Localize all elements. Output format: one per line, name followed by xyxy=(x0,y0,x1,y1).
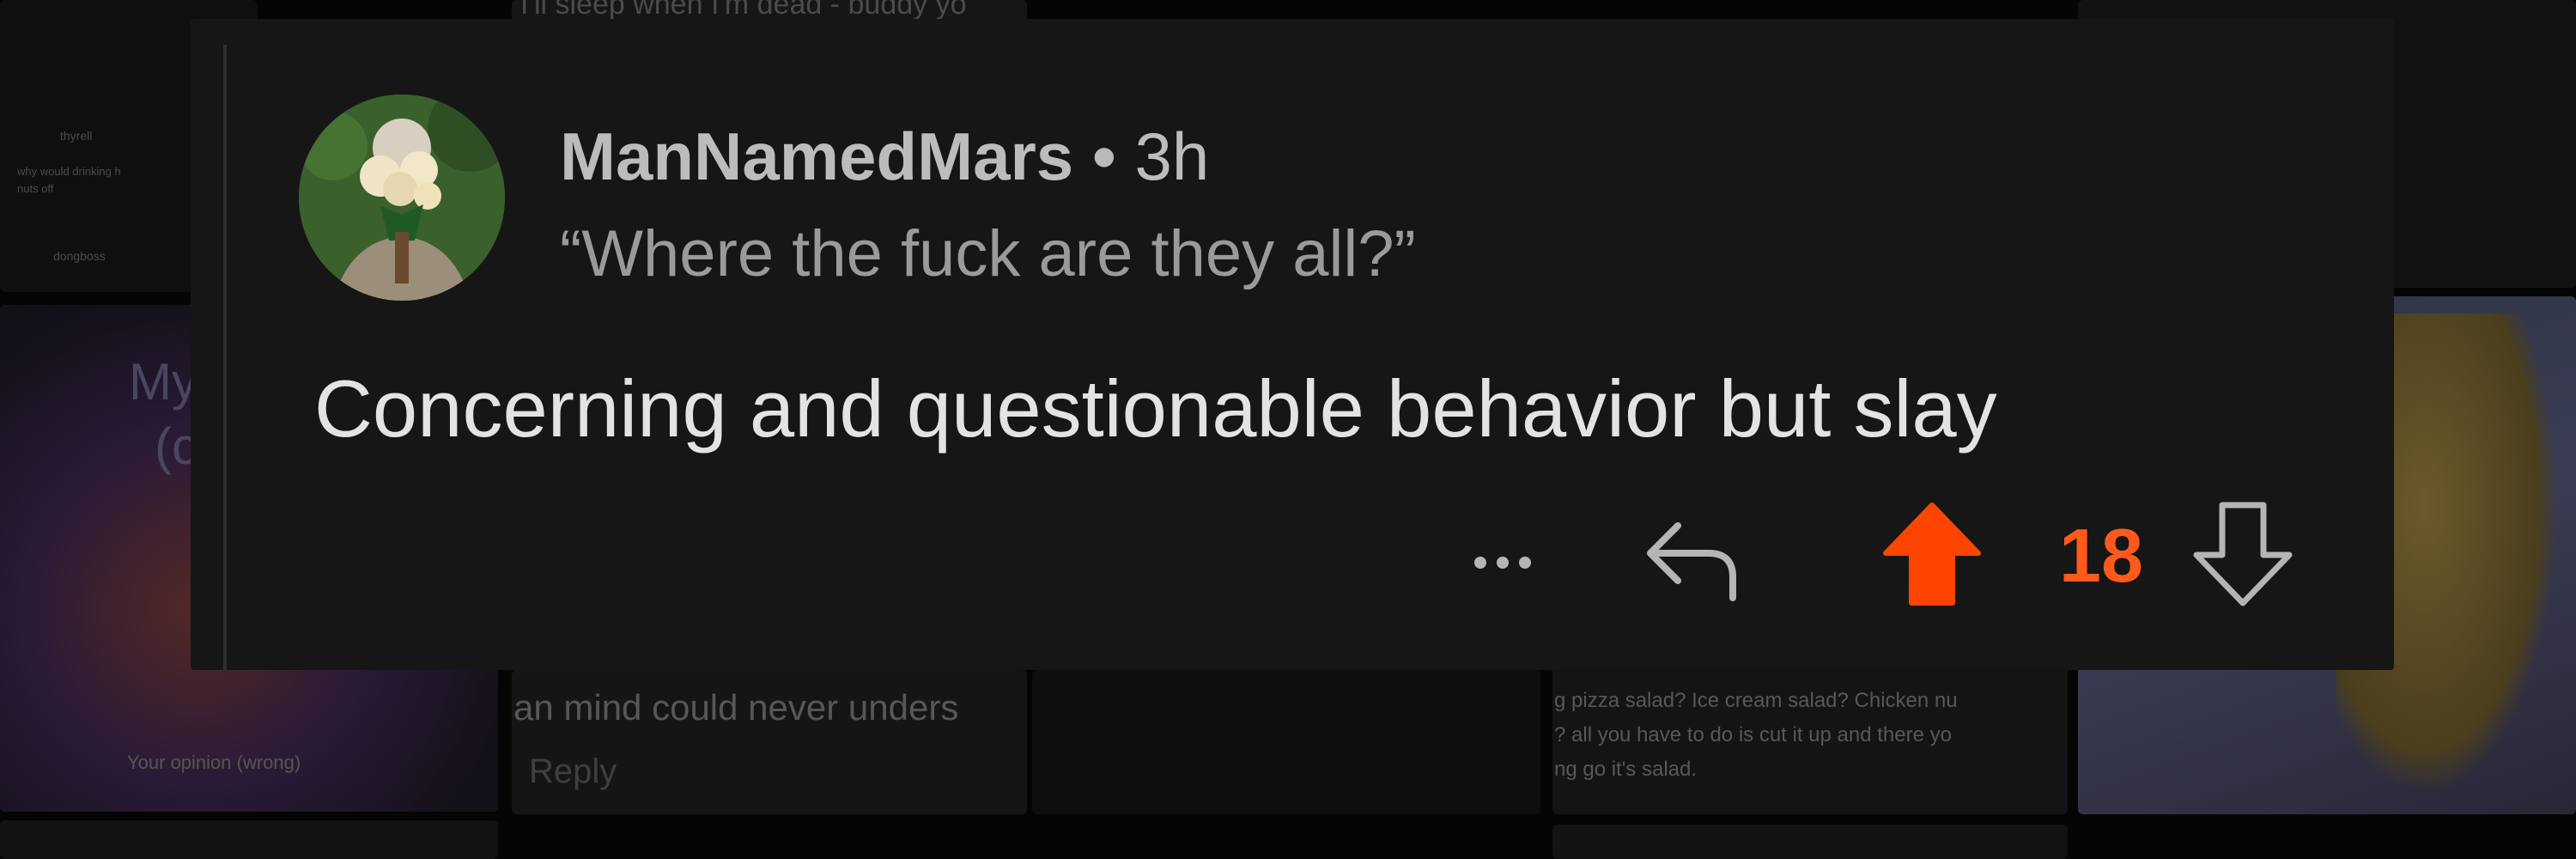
background-tile xyxy=(0,820,498,859)
background-username: dongboss xyxy=(53,249,106,263)
background-text: My xyxy=(129,353,197,411)
more-options-button[interactable] xyxy=(1451,533,1554,593)
user-flair: “Where the fuck are they all?” xyxy=(560,217,1416,290)
vote-count: 18 xyxy=(2059,513,2143,598)
timestamp: 3h xyxy=(1134,118,1210,194)
comment-meta: ManNamedMars • 3h xyxy=(560,113,1209,199)
background-caption: Your opinion (wrong) xyxy=(127,752,301,773)
ellipsis-icon xyxy=(1497,557,1509,569)
username-link[interactable]: ManNamedMars xyxy=(560,118,1073,196)
background-text: why would drinking h xyxy=(17,165,121,178)
background-reply: Reply xyxy=(529,752,617,790)
avatar-image xyxy=(299,94,505,301)
upvote-arrow-icon xyxy=(1883,503,1981,606)
background-text: ? all you have to do is cut it up and th… xyxy=(1554,723,1952,746)
downvote-button[interactable] xyxy=(2188,497,2298,612)
reply-button[interactable] xyxy=(1638,505,1750,608)
thread-line[interactable] xyxy=(223,45,227,670)
comment-body: Concerning and questionable behavior but… xyxy=(314,363,1997,454)
background-tile xyxy=(1032,670,1540,814)
ellipsis-icon xyxy=(1519,557,1531,569)
comment-card: ManNamedMars • 3h “Where the fuck are th… xyxy=(191,19,2394,670)
background-tile: an mind could never unders Reply xyxy=(512,670,1027,814)
meta-separator: • xyxy=(1092,118,1116,194)
reply-arrow-icon xyxy=(1647,522,1736,601)
background-text: an mind could never unders xyxy=(513,687,959,728)
background-username: thyrell xyxy=(60,129,93,143)
background-text: ng go it's salad. xyxy=(1554,758,1698,781)
background-tile: g pizza salad? Ice cream salad? Chicken … xyxy=(1552,653,2068,814)
downvote-arrow-icon xyxy=(2193,502,2293,606)
background-text: nuts off xyxy=(17,182,54,195)
ellipsis-icon xyxy=(1474,557,1486,569)
background-text: g pizza salad? Ice cream salad? Chicken … xyxy=(1554,689,1958,712)
upvote-button[interactable] xyxy=(1877,497,1987,612)
avatar[interactable] xyxy=(299,94,505,301)
background-tile xyxy=(1552,825,2068,859)
